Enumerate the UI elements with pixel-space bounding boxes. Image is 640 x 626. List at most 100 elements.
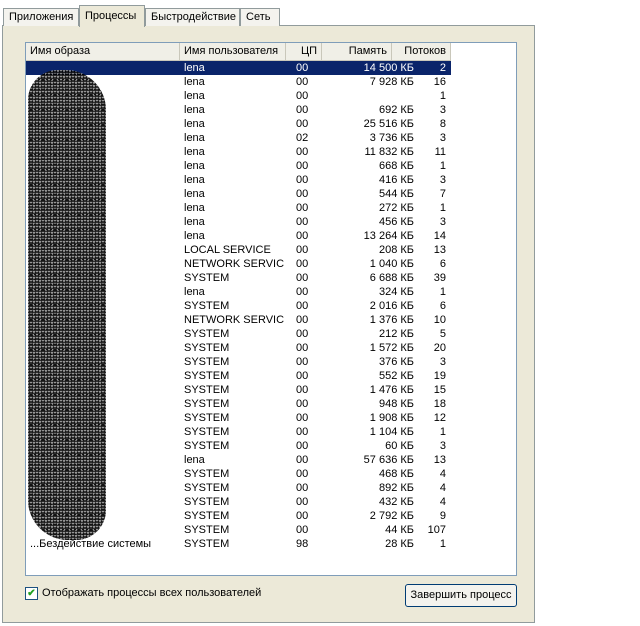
threads-cell: 6 (439, 258, 446, 270)
memory-cell: 416 КБ (378, 174, 414, 186)
memory-cell: 892 КБ (378, 482, 414, 494)
user-name-cell: lena (184, 146, 205, 158)
threads-cell: 3 (439, 104, 446, 116)
user-name-cell: lena (184, 188, 205, 200)
tab-network[interactable]: Сеть (240, 8, 280, 26)
end-process-button[interactable]: Завершить процесс (405, 584, 517, 607)
user-name-cell: lena (184, 174, 205, 186)
column-threads[interactable]: Потоков (392, 43, 451, 61)
cpu-cell: 00 (296, 90, 309, 102)
cpu-cell: 00 (296, 202, 309, 214)
memory-cell: 1 476 КБ (369, 384, 414, 396)
cpu-cell: 00 (296, 188, 309, 200)
threads-cell: 1 (439, 202, 446, 214)
memory-cell: 13 264 КБ (363, 230, 414, 242)
threads-cell: 6 (439, 300, 446, 312)
threads-cell: 5 (439, 328, 446, 340)
threads-cell: 3 (439, 356, 446, 368)
table-row[interactable]: ...Бездействие системы SYSTEM 98 28 КБ 1 (26, 537, 451, 551)
cpu-cell: 00 (296, 216, 309, 228)
threads-cell: 4 (439, 482, 446, 494)
user-name-cell: SYSTEM (184, 272, 230, 284)
threads-cell: 19 (433, 370, 446, 382)
threads-cell: 10 (433, 314, 446, 326)
memory-cell: 1 572 КБ (369, 342, 414, 354)
user-name-cell: SYSTEM (184, 496, 230, 508)
user-name-cell: lena (184, 76, 205, 88)
threads-cell: 1 (439, 90, 446, 102)
show-all-processes-checkbox[interactable]: ✔ (25, 587, 38, 600)
threads-cell: 20 (433, 342, 446, 354)
user-name-cell: lena (184, 160, 205, 172)
cpu-cell: 00 (296, 510, 309, 522)
user-name-cell: lena (184, 216, 205, 228)
column-user-name[interactable]: Имя пользователя (180, 43, 286, 61)
memory-cell: 468 КБ (378, 468, 414, 480)
cpu-cell: 00 (296, 426, 309, 438)
cpu-cell: 98 (296, 538, 309, 550)
cpu-cell: 00 (296, 468, 309, 480)
threads-cell: 3 (439, 132, 446, 144)
cpu-cell: 00 (296, 398, 309, 410)
user-name-cell: LOCAL SERVICE (184, 244, 271, 256)
user-name-cell: lena (184, 118, 205, 130)
user-name-cell: SYSTEM (184, 412, 230, 424)
memory-cell: 668 КБ (378, 160, 414, 172)
cpu-cell: 00 (296, 482, 309, 494)
tab-processes[interactable]: Процессы (79, 5, 145, 27)
memory-cell: 456 КБ (378, 216, 414, 228)
memory-cell: 11 832 КБ (364, 146, 414, 158)
threads-cell: 39 (433, 272, 446, 284)
image-name-cell: ...Бездействие системы (30, 538, 152, 550)
cpu-cell: 00 (296, 230, 309, 242)
user-name-cell: lena (184, 62, 205, 74)
cpu-cell: 00 (296, 356, 309, 368)
threads-cell: 1 (439, 538, 446, 550)
threads-cell: 1 (439, 286, 446, 298)
user-name-cell: lena (184, 230, 205, 242)
cpu-cell: 00 (296, 370, 309, 382)
table-row[interactable]: lena 00 14 500 КБ 2 (26, 61, 451, 75)
memory-cell: 1 104 КБ (369, 426, 414, 438)
memory-cell: 44 КБ (385, 524, 414, 536)
memory-cell: 7 928 КБ (369, 76, 414, 88)
cpu-cell: 00 (296, 146, 309, 158)
cpu-cell: 00 (296, 174, 309, 186)
cpu-cell: 00 (296, 258, 309, 270)
memory-cell: 1 040 КБ (369, 258, 414, 270)
user-name-cell: SYSTEM (184, 538, 230, 550)
cpu-cell: 00 (296, 314, 309, 326)
threads-cell: 11 (434, 146, 446, 158)
user-name-cell: lena (184, 202, 205, 214)
user-name-cell: SYSTEM (184, 426, 230, 438)
threads-cell: 14 (433, 230, 446, 242)
cpu-cell: 00 (296, 328, 309, 340)
tab-applications[interactable]: Приложения (3, 8, 79, 26)
threads-cell: 8 (439, 118, 446, 130)
user-name-cell: NETWORK SERVICE (184, 314, 284, 326)
cpu-cell: 00 (296, 272, 309, 284)
memory-cell: 1 908 КБ (369, 412, 414, 424)
threads-cell: 1 (439, 160, 446, 172)
cpu-cell: 00 (296, 342, 309, 354)
cpu-cell: 00 (296, 118, 309, 130)
show-all-processes-label: Отображать процессы всех пользователей (42, 587, 262, 599)
user-name-cell: SYSTEM (184, 370, 230, 382)
user-name-cell: SYSTEM (184, 468, 230, 480)
memory-cell: 552 КБ (378, 370, 414, 382)
threads-cell: 4 (439, 468, 446, 480)
column-header-row: Имя образа Имя пользователя ЦП Память По… (26, 43, 516, 61)
user-name-cell: NETWORK SERVICE (184, 258, 284, 270)
column-memory[interactable]: Память (322, 43, 392, 61)
cpu-cell: 00 (296, 384, 309, 396)
column-cpu[interactable]: ЦП (286, 43, 322, 61)
tab-performance[interactable]: Быстродействие (145, 8, 240, 26)
cpu-cell: 00 (296, 496, 309, 508)
user-name-cell: SYSTEM (184, 328, 230, 340)
user-name-cell: lena (184, 132, 205, 144)
user-name-cell: SYSTEM (184, 342, 230, 354)
column-image-name[interactable]: Имя образа (26, 43, 180, 61)
memory-cell: 272 КБ (378, 202, 414, 214)
memory-cell: 2 016 КБ (369, 300, 414, 312)
cpu-cell: 00 (296, 76, 309, 88)
